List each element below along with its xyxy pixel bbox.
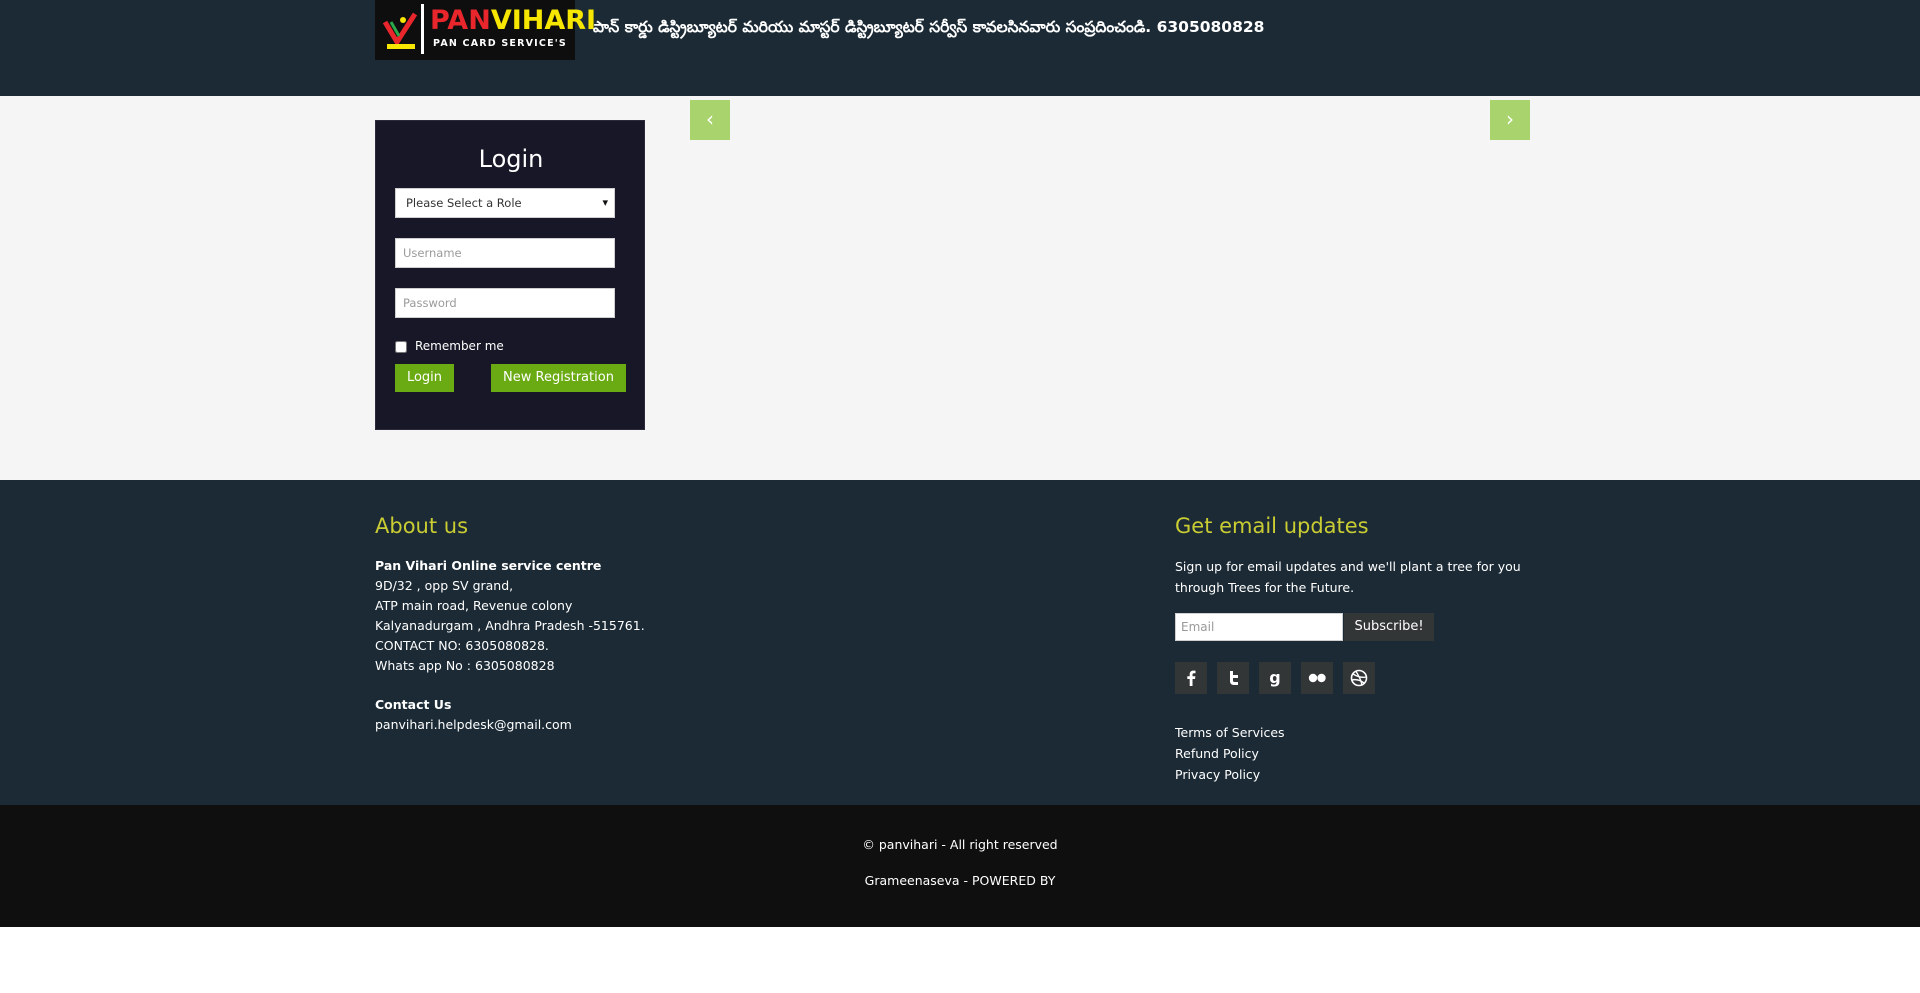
new-registration-button[interactable]: New Registration [491, 364, 626, 392]
terms-of-services-link[interactable]: Terms of Services [1175, 725, 1285, 740]
about-line: Kalyanadurgam , Andhra Pradesh -515761. [375, 618, 645, 633]
svg-text:g: g [1269, 668, 1280, 687]
about-business-name: Pan Vihari Online service centre [375, 558, 602, 573]
privacy-policy-link[interactable]: Privacy Policy [1175, 767, 1260, 782]
logo-brand-box: PANVIHARI PAN CARD SERVICE'S [421, 4, 596, 54]
twitter-icon[interactable] [1217, 662, 1249, 694]
about-address: Pan Vihari Online service centre 9D/32 ,… [375, 556, 645, 676]
login-panel: Login Please Select a Role ▾ Remember me… [375, 120, 645, 430]
chevron-down-icon: ▾ [602, 196, 608, 209]
site-footer: About us Pan Vihari Online service centr… [0, 480, 1920, 805]
logo-vihari-text: VIHARI [490, 5, 597, 36]
flickr-icon[interactable] [1301, 662, 1333, 694]
about-line: 9D/32 , opp SV grand, [375, 578, 514, 593]
contact-email-link[interactable]: panvihari.helpdesk@gmail.com [375, 717, 572, 732]
site-header: PANVIHARI PAN CARD SERVICE'S పాన్ కార్డు… [0, 0, 1920, 96]
google-icon[interactable]: g [1259, 662, 1291, 694]
logo-pan-text: PAN [430, 5, 491, 36]
about-line: ATP main road, Revenue colony [375, 598, 573, 613]
contact-heading: Contact Us [375, 697, 452, 712]
powered-by-text: Grameenaseva - POWERED BY [864, 873, 1056, 888]
username-input[interactable] [395, 238, 615, 268]
login-button[interactable]: Login [395, 364, 454, 392]
copyright-text: © panvihari - All right reserved [862, 837, 1058, 852]
password-input[interactable] [395, 288, 615, 318]
remember-me-checkbox[interactable] [395, 341, 407, 353]
remember-me-label: Remember me [415, 339, 504, 353]
main-content: Login Please Select a Role ▾ Remember me… [0, 96, 1920, 480]
about-heading: About us [375, 514, 469, 538]
role-select[interactable]: Please Select a Role ▾ [395, 188, 615, 218]
slider-next-button[interactable]: › [1490, 100, 1530, 140]
login-title: Login [478, 145, 544, 173]
logo-brand-name: PANVIHARI [430, 6, 596, 36]
facebook-icon[interactable] [1175, 662, 1207, 694]
refund-policy-link[interactable]: Refund Policy [1175, 746, 1259, 761]
slider-prev-button[interactable]: ‹ [690, 100, 730, 140]
about-line: CONTACT NO: 6305080828. [375, 638, 549, 653]
dribbble-icon[interactable] [1343, 662, 1375, 694]
header-marquee-text: పాన్ కార్డు డిస్ట్రిబ్యూటర్ మరియు మాస్టర… [593, 18, 1265, 36]
newsletter-email-input[interactable] [1175, 613, 1343, 641]
subscribe-button[interactable]: Subscribe! [1344, 613, 1434, 641]
email-updates-text: Sign up for email updates and we'll plan… [1175, 559, 1521, 595]
role-select-value: Please Select a Role [406, 196, 522, 210]
logo-tagline: PAN CARD SERVICE'S [433, 38, 567, 49]
copyright-bar: © panvihari - All right reserved Grameen… [0, 805, 1920, 927]
email-updates-heading: Get email updates [1175, 514, 1369, 538]
image-slider: ‹ › [690, 100, 1530, 400]
pan-vihari-logo[interactable]: PANVIHARI PAN CARD SERVICE'S [375, 0, 596, 60]
about-line: Whats app No : 6305080828 [375, 658, 555, 673]
logo-emblem-icon [381, 8, 421, 52]
